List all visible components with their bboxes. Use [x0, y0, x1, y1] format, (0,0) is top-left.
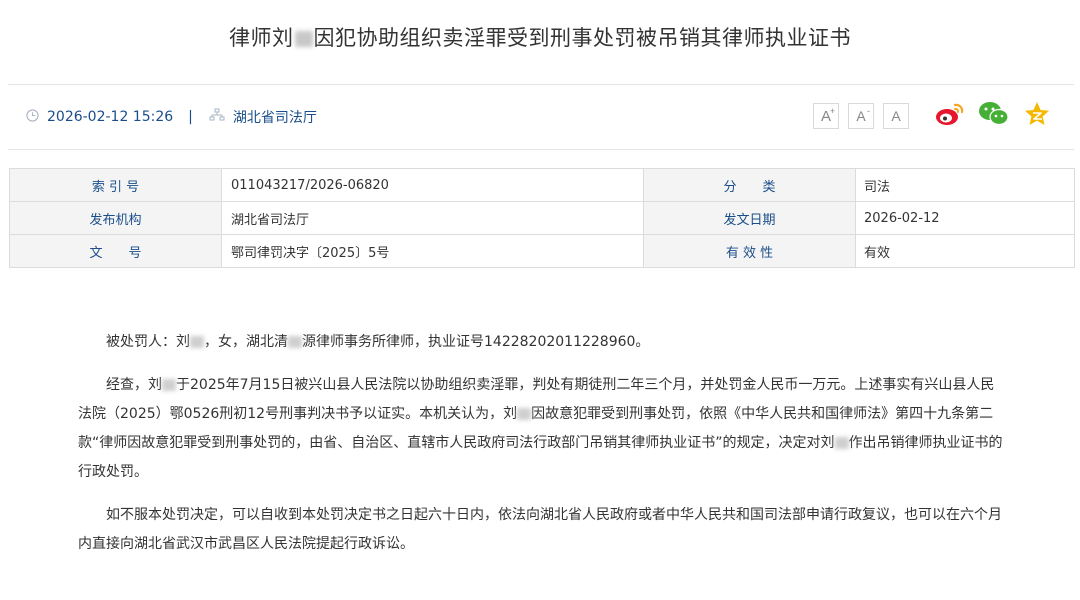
redacted-name [294, 31, 313, 47]
meta-separator: | [188, 109, 193, 125]
article-toolbar: A + A- A [813, 101, 1064, 131]
table-cell-label: 索 引 号 [9, 168, 222, 202]
font-decrease-button[interactable]: A- [848, 103, 874, 129]
text-span: 源律师事务所律师，执业证号14228202011228960。 [302, 334, 650, 350]
redacted-name [834, 437, 849, 449]
redacted-name [162, 379, 176, 391]
font-reset-button[interactable]: A [883, 103, 909, 129]
title-text-end: 因犯协助组织卖淫罪受到刑事处罚被吊销其律师执业证书 [313, 26, 851, 50]
info-table: 索 引 号 011043217/2026-06820 分 类 司法 发布机构 湖… [9, 168, 1075, 268]
redacted-name [288, 336, 302, 348]
divider-meta [8, 149, 1074, 150]
table-cell-value: 湖北省司法厅 [221, 201, 644, 235]
text-span: 被处罚人：刘 [106, 334, 190, 350]
article-body: 被处罚人：刘 ，女，湖北清 源律师事务所律师，执业证号142282020112289… [78, 328, 1008, 573]
publish-date: 2026-02-12 15:26 [47, 109, 174, 125]
paragraph-subject: 被处罚人：刘 ，女，湖北清 源律师事务所律师，执业证号142282020112289… [78, 328, 1008, 357]
article-meta: 2026-02-12 15:26 | 湖北省司法厅 [26, 106, 317, 128]
title-text-start: 律师刘 [229, 26, 294, 50]
table-cell-value: 鄂司律罚决字〔2025〕5号 [221, 234, 644, 268]
paragraph-appeal: 如不服本处罚决定，可以自收到本处罚决定书之日起六十日内，依法向湖北省人民政府或者… [78, 507, 1002, 552]
text-span: ，女，湖北清 [204, 334, 288, 350]
paragraph-findings: 经查，刘 于2025年7月15日被兴山县人民法院以协助组织卖淫罪，判处有期徒刑二年… [78, 371, 1008, 487]
page-title: 律师刘 因犯协助组织卖淫罪受到刑事处罚被吊销其律师执业证书 [0, 22, 1080, 52]
divider-top [8, 84, 1074, 85]
font-increase-sup: + [829, 106, 835, 116]
table-cell-label: 发布机构 [9, 201, 222, 235]
redacted-name [517, 408, 532, 420]
table-cell-value: 2026-02-12 [855, 201, 1075, 235]
table-row: 索 引 号 011043217/2026-06820 分 类 司法 [9, 168, 1075, 202]
redacted-name [190, 336, 204, 348]
font-increase-button[interactable]: A + [813, 103, 839, 129]
table-row: 发布机构 湖北省司法厅 发文日期 2026-02-12 [9, 201, 1075, 235]
table-row: 文 号 鄂司律罚决字〔2025〕5号 有 效 性 有效 [9, 234, 1075, 268]
org-icon [209, 108, 225, 126]
table-cell-label: 有 效 性 [643, 234, 856, 268]
table-cell-value: 011043217/2026-06820 [221, 168, 644, 202]
font-reset-label: A [891, 108, 901, 124]
font-decrease-label: A [856, 108, 866, 124]
qzone-icon[interactable] [1023, 101, 1051, 131]
share-icons [935, 101, 1064, 131]
text-span: 经查，刘 [106, 377, 162, 393]
table-cell-label: 文 号 [9, 234, 222, 268]
wechat-icon[interactable] [978, 101, 1010, 131]
table-cell-label: 发文日期 [643, 201, 856, 235]
table-cell-value: 司法 [855, 168, 1075, 202]
clock-icon [26, 108, 39, 126]
font-decrease-sup: - [867, 106, 870, 116]
article-source[interactable]: 湖北省司法厅 [233, 107, 317, 127]
weibo-icon[interactable] [935, 101, 965, 131]
table-cell-value: 有效 [855, 234, 1075, 268]
table-cell-label: 分 类 [643, 168, 856, 202]
